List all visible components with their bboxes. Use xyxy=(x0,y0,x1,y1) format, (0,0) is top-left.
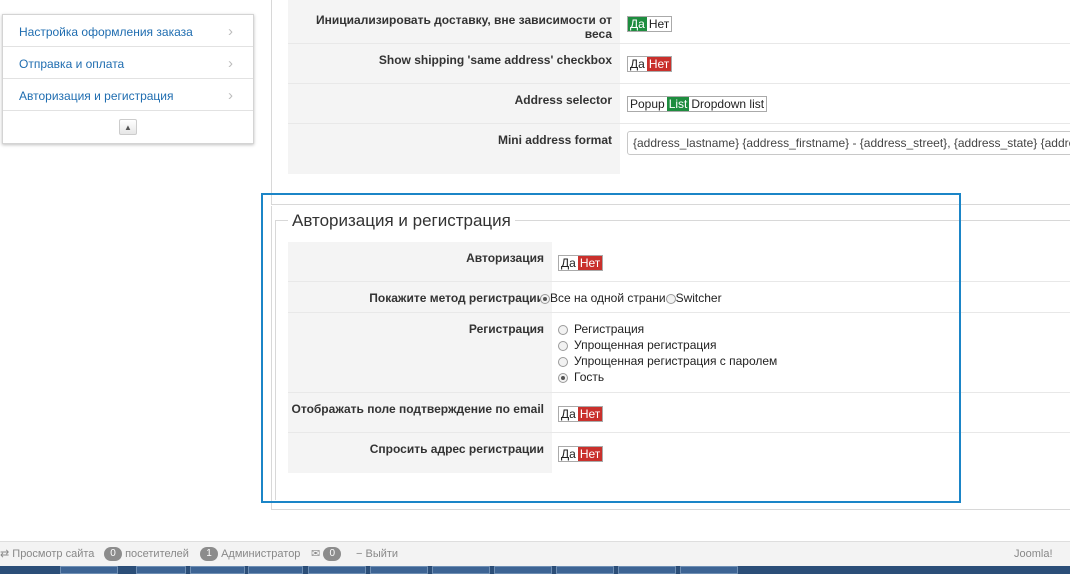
radio-label: Регистрация xyxy=(574,322,645,336)
settings-panel-auth: Авторизация и регистрация Авторизация Да… xyxy=(271,206,1070,510)
yes-no-toggle: Да Нет xyxy=(558,406,604,422)
toggle-no[interactable]: Нет xyxy=(646,57,672,71)
taskbar-button[interactable] xyxy=(680,566,738,574)
radio-label: Switcher xyxy=(675,291,722,305)
setting-row-registration-method: Покажите метод регистрации Все на одной … xyxy=(288,282,1070,313)
logout-label: Выйти xyxy=(365,548,399,560)
collapse-up-icon[interactable]: ▲ xyxy=(119,119,137,135)
radio-button[interactable] xyxy=(558,372,568,383)
visitors-count-badge: 0 xyxy=(104,547,122,562)
setting-label: Регистрация xyxy=(288,313,552,392)
visitors-label: посетителей xyxy=(125,548,189,560)
toggle-yes[interactable]: Да xyxy=(628,17,647,31)
option-popup[interactable]: Popup xyxy=(628,97,667,111)
setting-row-registration: Регистрация Регистрация Упрощенная регис… xyxy=(288,313,1070,393)
toggle-yes[interactable]: Да xyxy=(559,447,578,461)
settings-panel-top: Инициализировать доставку, вне зависимос… xyxy=(271,0,1070,205)
setting-label: Покажите метод регистрации xyxy=(288,282,552,312)
os-taskbar xyxy=(0,566,1070,574)
sidebar-item-label: Настройка оформления заказа xyxy=(19,25,193,39)
setting-label: Show shipping 'same address' checkbox xyxy=(288,44,620,83)
setting-row-authorization: Авторизация Да Нет xyxy=(288,242,1070,282)
toggle-yes[interactable]: Да xyxy=(559,407,578,421)
option-list[interactable]: List xyxy=(666,97,690,111)
radio-button[interactable] xyxy=(558,340,568,351)
taskbar-button[interactable] xyxy=(308,566,366,574)
sidebar-item-auth-registration[interactable]: Авторизация и регистрация › xyxy=(3,79,253,111)
setting-label: Mini address format xyxy=(288,124,620,174)
taskbar-button[interactable] xyxy=(60,566,118,574)
sidebar-item-label: Отправка и оплата xyxy=(19,57,125,71)
setting-row-same-address: Show shipping 'same address' checkbox Да… xyxy=(288,44,1070,84)
toggle-no[interactable]: Нет xyxy=(577,407,603,421)
radio-option-registration[interactable]: Регистрация xyxy=(558,321,777,337)
toggle-yes[interactable]: Да xyxy=(559,256,578,270)
setting-row-mini-address: Mini address format {address_lastname} {… xyxy=(288,124,1070,174)
toggle-no[interactable]: Нет xyxy=(647,17,671,31)
messages-count-badge: 0 xyxy=(323,547,342,562)
radio-button[interactable] xyxy=(558,324,568,335)
mini-address-format-input[interactable]: {address_lastname} {address_firstname} -… xyxy=(627,131,1070,155)
yes-no-toggle: Да Нет xyxy=(627,56,673,72)
envelope-icon: ✉ xyxy=(311,548,321,560)
toggle-no[interactable]: Нет xyxy=(577,256,603,270)
taskbar-button[interactable] xyxy=(136,566,186,574)
radio-switcher[interactable] xyxy=(665,293,676,304)
setting-label: Отображать поле подтверждение по email xyxy=(288,393,552,432)
sidebar-menu: Настройка оформления заказа › Отправка и… xyxy=(2,14,254,144)
radio-label: Упрощенная регистрация с паролем xyxy=(574,354,778,368)
taskbar-button[interactable] xyxy=(556,566,614,574)
chevron-right-icon: › xyxy=(228,55,233,72)
radio-option-simplified[interactable]: Упрощенная регистрация xyxy=(558,337,777,353)
setting-row-email-confirm: Отображать поле подтверждение по email Д… xyxy=(288,393,1070,433)
radio-label: Все на одной страни xyxy=(550,291,666,305)
taskbar-button[interactable] xyxy=(432,566,490,574)
admins-count-badge: 1 xyxy=(200,547,218,562)
option-dropdown-list[interactable]: Dropdown list xyxy=(689,97,766,111)
taskbar-button[interactable] xyxy=(618,566,676,574)
admins-indicator: 1 Администратор xyxy=(200,542,300,566)
taskbar-button[interactable] xyxy=(494,566,552,574)
radio-label: Гость xyxy=(574,370,605,384)
toggle-yes[interactable]: Да xyxy=(628,57,647,71)
radio-label: Упрощенная регистрация xyxy=(574,338,717,352)
taskbar-button[interactable] xyxy=(370,566,428,574)
sidebar-item-label: Авторизация и регистрация xyxy=(19,89,174,103)
view-site-link[interactable]: ⇄ Просмотр сайта xyxy=(0,542,94,566)
sidebar-item-order-appearance[interactable]: Настройка оформления заказа › xyxy=(3,15,253,47)
setting-label: Спросить адрес регистрации xyxy=(288,433,552,473)
setting-row-init-delivery: Инициализировать доставку, вне зависимос… xyxy=(288,0,1070,44)
auth-fieldset: Авторизация и регистрация Авторизация Да… xyxy=(275,211,1070,500)
address-selector-toggle: Popup List Dropdown list xyxy=(627,96,768,112)
setting-row-address-selector: Address selector Popup List Dropdown lis… xyxy=(288,84,1070,124)
yes-no-toggle: Да Нет xyxy=(627,16,673,32)
taskbar-button[interactable] xyxy=(248,566,303,574)
taskbar-button[interactable] xyxy=(190,566,245,574)
radio-option-simplified-password[interactable]: Упрощенная регистрация с паролем xyxy=(558,353,777,369)
setting-label: Авторизация xyxy=(288,242,552,281)
visitors-indicator: 0 посетителей xyxy=(104,542,189,566)
yes-no-toggle: Да Нет xyxy=(558,255,604,271)
sidebar-collapse: ▲ xyxy=(3,111,253,143)
toggle-no[interactable]: Нет xyxy=(577,447,603,461)
setting-label: Address selector xyxy=(288,84,620,123)
admins-label: Администратор xyxy=(221,548,301,560)
radio-option-guest[interactable]: Гость xyxy=(558,369,777,385)
yes-no-toggle: Да Нет xyxy=(558,446,604,462)
status-bar: ⇄ Просмотр сайта 0 посетителей 1 Админис… xyxy=(0,541,1070,574)
messages-indicator[interactable]: ✉ 0 xyxy=(311,542,342,566)
radio-button[interactable] xyxy=(558,356,568,367)
logout-link[interactable]: − Выйти xyxy=(356,542,398,566)
sidebar-item-shipping-payment[interactable]: Отправка и оплата › xyxy=(3,47,253,79)
radio-all-on-one-page[interactable] xyxy=(540,293,550,304)
chevron-right-icon: › xyxy=(228,23,233,40)
section-title: Авторизация и регистрация xyxy=(288,211,515,231)
chevron-right-icon: › xyxy=(228,87,233,104)
setting-label: Инициализировать доставку, вне зависимос… xyxy=(288,0,620,43)
view-site-label: Просмотр сайта xyxy=(12,548,95,560)
setting-row-ask-address: Спросить адрес регистрации Да Нет xyxy=(288,433,1070,473)
